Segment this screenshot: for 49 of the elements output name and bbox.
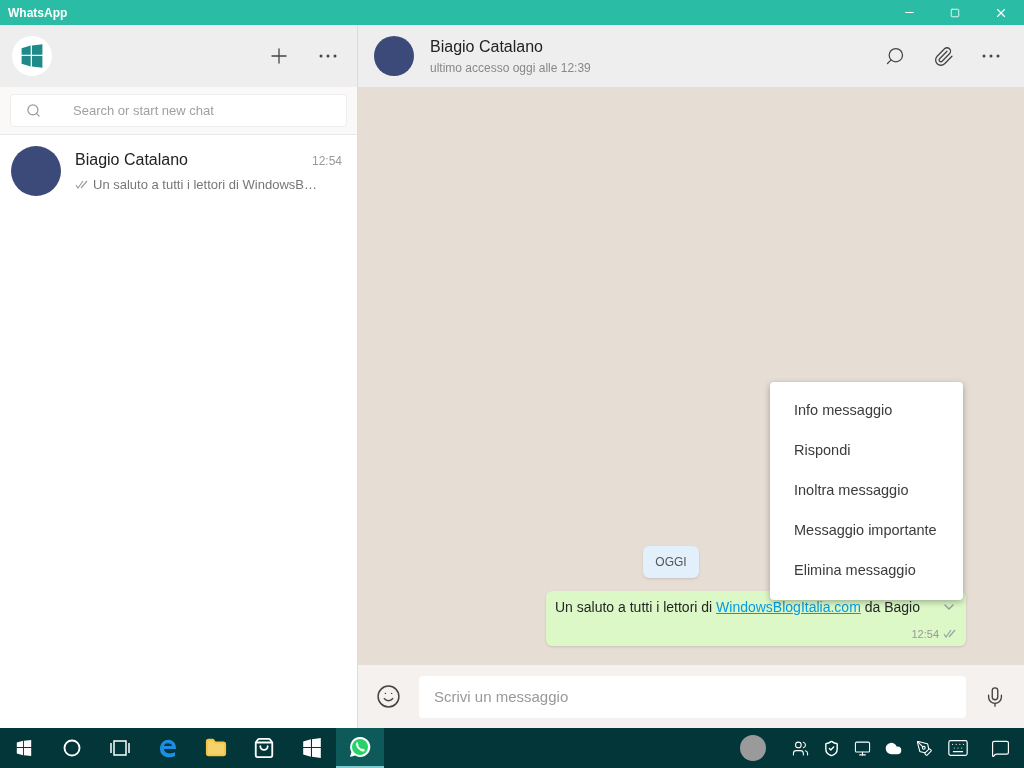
more-icon bbox=[319, 54, 337, 58]
message-time: 12:54 bbox=[911, 626, 939, 642]
avatar-photo-placeholder bbox=[11, 146, 61, 196]
window-title: WhatsApp bbox=[8, 4, 68, 22]
store-bag-icon bbox=[253, 737, 275, 759]
maximize-icon bbox=[950, 7, 960, 18]
user-avatar-photo-placeholder[interactable] bbox=[740, 735, 766, 761]
chat-preview: Un saluto a tutti i lettori di WindowsB… bbox=[93, 175, 317, 194]
more-icon bbox=[982, 54, 1000, 58]
search-field[interactable]: Search or start new chat bbox=[10, 94, 347, 127]
folder-icon bbox=[205, 737, 227, 759]
menu-item[interactable]: Messaggio importante bbox=[770, 511, 963, 551]
window-panes-logo-icon bbox=[301, 737, 323, 759]
profile-avatar[interactable] bbox=[12, 36, 52, 76]
date-chip: OGGI bbox=[643, 545, 699, 578]
shield-icon[interactable] bbox=[823, 739, 840, 757]
notification-icon[interactable] bbox=[991, 738, 1010, 758]
message-text: Un saluto a tutti i lettori di WindowsBlogItalia.com da Bagio bbox=[555, 597, 920, 617]
menu-item[interactable]: Inoltra messaggio bbox=[770, 471, 963, 511]
task-view-icon bbox=[109, 740, 131, 756]
search-icon bbox=[885, 46, 905, 66]
keyboard-icon[interactable] bbox=[947, 737, 969, 759]
pen-icon[interactable] bbox=[916, 739, 933, 757]
network-icon[interactable] bbox=[854, 739, 871, 757]
menu-item[interactable]: Elimina messaggio bbox=[770, 551, 963, 591]
double-check-icon bbox=[75, 180, 89, 189]
smiley-icon[interactable] bbox=[376, 684, 401, 709]
chat-time: 12:54 bbox=[311, 152, 342, 170]
double-check-icon bbox=[943, 629, 957, 639]
circle-icon bbox=[63, 739, 81, 757]
menu-item[interactable]: Rispondi bbox=[770, 431, 963, 471]
search-icon bbox=[26, 103, 41, 118]
window-panes-logo-icon bbox=[19, 43, 45, 69]
message-input-field[interactable]: Scrivi un messaggio bbox=[419, 675, 966, 718]
search-button[interactable] bbox=[885, 46, 905, 66]
menu-button[interactable] bbox=[982, 54, 1000, 58]
taskbar-button[interactable] bbox=[336, 728, 384, 768]
edge-logo-icon bbox=[158, 738, 178, 758]
last-seen-status: ultimo accesso oggi alle 12:39 bbox=[430, 60, 592, 77]
whatsapp-logo-icon bbox=[349, 736, 371, 758]
attach-button[interactable] bbox=[933, 45, 954, 67]
menu-button[interactable] bbox=[319, 54, 337, 58]
windows-logo-icon bbox=[15, 739, 33, 757]
contact-name: Biagio Catalano bbox=[75, 149, 188, 170]
avatar-photo-placeholder bbox=[374, 36, 414, 76]
people-icon[interactable] bbox=[792, 739, 809, 757]
paperclip-icon bbox=[933, 45, 954, 67]
contact-name: Biagio Catalano bbox=[430, 37, 544, 57]
menu-item[interactable]: Info messaggio bbox=[770, 391, 963, 431]
